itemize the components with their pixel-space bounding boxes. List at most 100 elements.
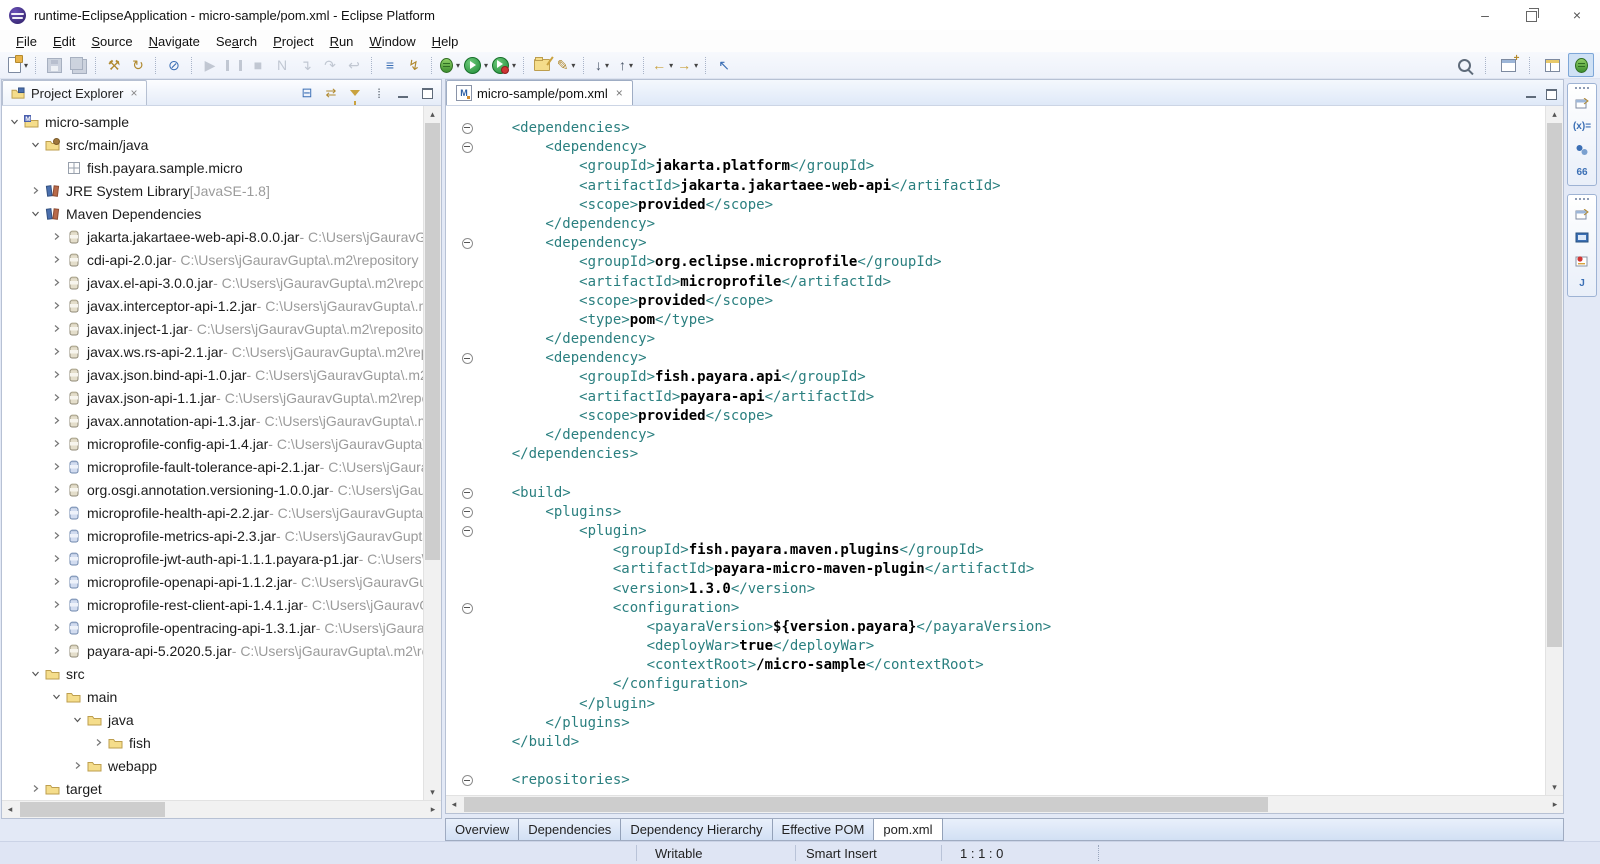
pom-page-tab-overview[interactable]: Overview xyxy=(446,819,519,840)
link-with-editor-icon[interactable]: ⇄ xyxy=(323,85,339,101)
dropdown-arrow-icon[interactable]: ▾ xyxy=(605,61,609,70)
chevron-collapsed-icon[interactable] xyxy=(48,554,64,563)
tree-item-jakarta-jakartaee-web-api-8-0-0-jar[interactable]: jakarta.jakartaee-web-api-8.0.0.jar - C:… xyxy=(2,225,423,248)
tree-item-webapp[interactable]: webapp xyxy=(2,754,423,777)
build-all-button[interactable]: ⚒ xyxy=(102,54,126,76)
tree-item-payara-api-5-2020-5-jar[interactable]: payara-api-5.2020.5.jar - C:\Users\jGaur… xyxy=(2,639,423,662)
editor-tab-pom-xml[interactable]: M micro-sample/pom.xml × xyxy=(446,80,633,105)
chevron-collapsed-icon[interactable] xyxy=(48,439,64,448)
menu-navigate[interactable]: Navigate xyxy=(141,32,208,51)
tree-item-microprofile-fault-tolerance-api-2-1-jar[interactable]: microprofile-fault-tolerance-api-2.1.jar… xyxy=(2,455,423,478)
stack-drag-handle[interactable] xyxy=(1575,198,1589,200)
debug-button[interactable]: ▾ xyxy=(438,54,462,76)
tree-item-fish[interactable]: fish xyxy=(2,731,423,754)
tree-item-microprofile-jwt-auth-api-1-1-1-payara-p1-jar[interactable]: microprofile-jwt-auth-api-1.1.1.payara-p… xyxy=(2,547,423,570)
tree-item-javax-json-api-1-1-jar[interactable]: javax.json-api-1.1.jar - C:\Users\jGaura… xyxy=(2,386,423,409)
maximize-icon[interactable] xyxy=(419,85,435,101)
dropdown-arrow-icon[interactable]: ▾ xyxy=(484,61,488,70)
open-wizard-button[interactable] xyxy=(530,54,554,76)
step-return-button[interactable]: ↩ xyxy=(342,54,366,76)
last-edit-location-button[interactable]: ↖ xyxy=(712,54,736,76)
tree-item-javax-el-api-3-0-0-jar[interactable]: javax.el-api-3.0.0.jar - C:\Users\jGaura… xyxy=(2,271,423,294)
minimized-view-variables-icon[interactable]: (x)= xyxy=(1572,118,1592,135)
tree-item-maven-dependencies[interactable]: Maven Dependencies xyxy=(2,202,423,225)
tree-item-src[interactable]: src xyxy=(2,662,423,685)
menu-search[interactable]: Search xyxy=(208,32,265,51)
project-explorer-tab[interactable]: Project Explorer × xyxy=(2,80,147,105)
close-explorer-icon[interactable]: × xyxy=(130,86,137,100)
editor-vscroll-thumb[interactable] xyxy=(1547,123,1562,647)
suspend-button[interactable] xyxy=(222,54,246,76)
fold-collapse-icon[interactable] xyxy=(456,123,478,134)
resume-button[interactable]: ▶ xyxy=(198,54,222,76)
save-button[interactable] xyxy=(42,54,66,76)
dropdown-arrow-icon[interactable]: ▾ xyxy=(571,61,575,70)
previous-annotation-button[interactable]: ↑▾ xyxy=(614,54,638,76)
next-annotation-button[interactable]: ↓▾ xyxy=(590,54,614,76)
menu-file[interactable]: File xyxy=(8,32,45,51)
collapse-all-icon[interactable]: ⊟ xyxy=(299,85,315,101)
dropdown-arrow-icon[interactable]: ▾ xyxy=(456,61,460,70)
minimized-view-breakpoints-icon[interactable] xyxy=(1572,141,1592,158)
run-button[interactable]: ▾ xyxy=(462,54,490,76)
explorer-hscroll-thumb[interactable] xyxy=(20,802,165,817)
menu-edit[interactable]: Edit xyxy=(45,32,83,51)
explorer-horizontal-scrollbar[interactable]: ◂ ▸ xyxy=(2,800,441,818)
explorer-vscroll-thumb[interactable] xyxy=(425,123,440,560)
launch-config-button[interactable]: ↯ xyxy=(402,54,426,76)
chevron-collapsed-icon[interactable] xyxy=(48,485,64,494)
tree-item-microprofile-metrics-api-2-3-jar[interactable]: microprofile-metrics-api-2.3.jar - C:\Us… xyxy=(2,524,423,547)
tree-item-microprofile-health-api-2-2-jar[interactable]: microprofile-health-api-2.2.jar - C:\Use… xyxy=(2,501,423,524)
skip-all-breakpoints-button[interactable]: ⊘ xyxy=(162,54,186,76)
chevron-collapsed-icon[interactable] xyxy=(48,577,64,586)
minimize-window-button[interactable]: – xyxy=(1462,0,1508,30)
perspective-resource-button[interactable] xyxy=(1540,54,1564,76)
xml-source-editor[interactable]: <dependencies> <dependency> <groupId>jak… xyxy=(446,106,1545,795)
chevron-collapsed-icon[interactable] xyxy=(48,508,64,517)
tree-item-microprofile-opentracing-api-1-3-1-jar[interactable]: microprofile-opentracing-api-1.3.1.jar -… xyxy=(2,616,423,639)
scroll-right-arrow[interactable]: ▸ xyxy=(425,801,441,818)
chevron-collapsed-icon[interactable] xyxy=(27,186,43,195)
view-menu-icon[interactable]: ⁞ xyxy=(371,85,387,101)
mark-occurrences-button[interactable]: ✎▾ xyxy=(554,54,578,76)
dropdown-arrow-icon[interactable]: ▾ xyxy=(512,61,516,70)
chevron-collapsed-icon[interactable] xyxy=(48,232,64,241)
pom-page-tab-dependencies[interactable]: Dependencies xyxy=(519,819,621,840)
restore-window-button[interactable] xyxy=(1508,0,1554,30)
tree-item-javax-annotation-api-1-3-jar[interactable]: javax.annotation-api-1.3.jar - C:\Users\… xyxy=(2,409,423,432)
tree-item-fish-payara-sample-micro[interactable]: fish.payara.sample.micro xyxy=(2,156,423,179)
scroll-down-arrow[interactable]: ▾ xyxy=(424,784,441,800)
perspective-debug-button[interactable] xyxy=(1568,53,1594,77)
tree-item-microprofile-rest-client-api-1-4-1-jar[interactable]: microprofile-rest-client-api-1.4.1.jar -… xyxy=(2,593,423,616)
scroll-up-arrow[interactable]: ▴ xyxy=(1546,106,1563,122)
chevron-collapsed-icon[interactable] xyxy=(90,738,106,747)
scroll-left-arrow[interactable]: ◂ xyxy=(2,801,18,818)
fold-collapse-icon[interactable] xyxy=(456,603,478,614)
open-perspective-button[interactable] xyxy=(1496,54,1520,76)
chevron-expanded-icon[interactable] xyxy=(27,209,43,218)
fold-collapse-icon[interactable] xyxy=(456,507,478,518)
step-over-button[interactable]: ↷ xyxy=(318,54,342,76)
chevron-collapsed-icon[interactable] xyxy=(48,255,64,264)
chevron-collapsed-icon[interactable] xyxy=(48,347,64,356)
refresh-button[interactable]: ↻ xyxy=(126,54,150,76)
minimized-view-expressions-icon[interactable]: 66 xyxy=(1572,164,1592,181)
stack-drag-handle[interactable] xyxy=(1575,87,1589,89)
tree-item-javax-inject-1-jar[interactable]: javax.inject-1.jar - C:\Users\jGauravGup… xyxy=(2,317,423,340)
chevron-collapsed-icon[interactable] xyxy=(48,600,64,609)
filter-icon[interactable] xyxy=(347,85,363,101)
menu-project[interactable]: Project xyxy=(265,32,321,51)
tree-item-target[interactable]: target xyxy=(2,777,423,800)
dropdown-arrow-icon[interactable]: ▾ xyxy=(24,61,28,70)
maximize-editor-icon[interactable] xyxy=(1546,89,1557,100)
scroll-left-arrow[interactable]: ◂ xyxy=(446,796,462,813)
new-wizard-button[interactable]: ▾ xyxy=(6,54,30,76)
chevron-collapsed-icon[interactable] xyxy=(69,761,85,770)
chevron-expanded-icon[interactable] xyxy=(69,715,85,724)
fold-collapse-icon[interactable] xyxy=(456,526,478,537)
disconnect-button[interactable]: N xyxy=(270,54,294,76)
chevron-collapsed-icon[interactable] xyxy=(48,278,64,287)
tree-item-javax-ws-rs-api-2-1-jar[interactable]: javax.ws.rs-api-2.1.jar - C:\Users\jGaur… xyxy=(2,340,423,363)
terminate-button[interactable]: ■ xyxy=(246,54,270,76)
tree-item-java[interactable]: java xyxy=(2,708,423,731)
